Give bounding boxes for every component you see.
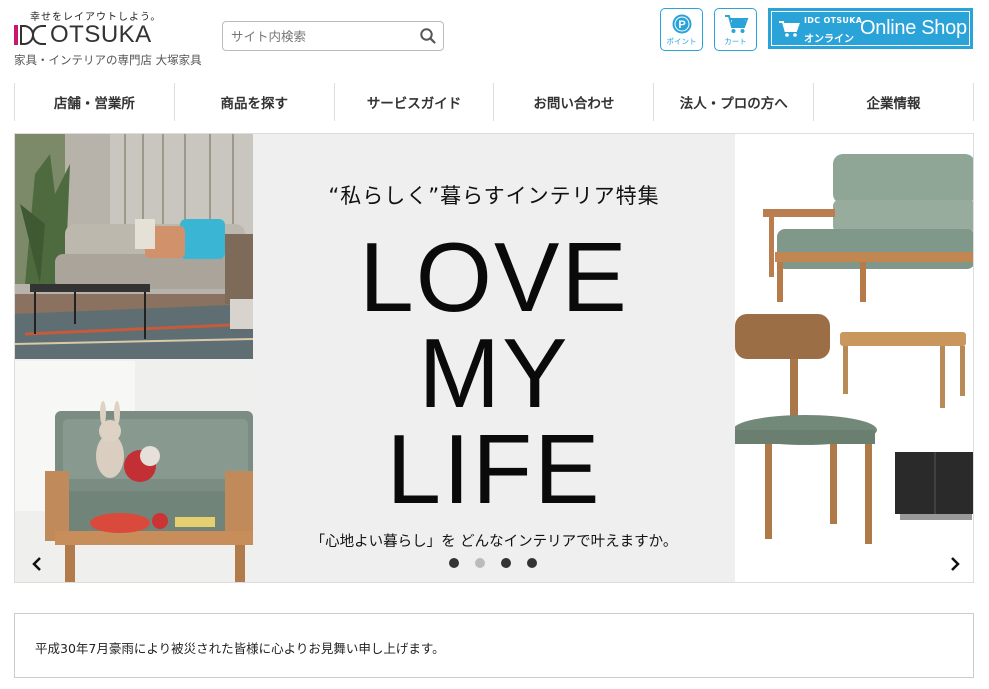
nav-item-contact[interactable]: お問い合わせ	[494, 83, 655, 121]
cart-label: カート	[724, 37, 747, 46]
carousel-dot-2[interactable]	[475, 558, 485, 568]
hero-headline-line1: LOVE	[359, 222, 629, 332]
nav-item-stores[interactable]: 店舗・営業所	[15, 83, 175, 121]
chevron-right-icon	[951, 557, 960, 571]
hero-caption: 「心地よい暮らし」を どんなインテリアで叶えますか。	[310, 534, 678, 550]
hero-text-panel: “私らしく”暮らすインテリア特集 LOVE MY LIFE 「心地よい暮らし」を…	[253, 134, 735, 582]
svg-text:P: P	[678, 19, 685, 31]
carousel-dot-4[interactable]	[527, 558, 537, 568]
online-shop-button[interactable]: IDC OTSUKA オンライン Online Shop	[768, 8, 973, 49]
nav-item-business[interactable]: 法人・プロの方へ	[654, 83, 815, 121]
search-input[interactable]	[231, 27, 411, 45]
cart-icon	[715, 13, 756, 35]
announcement-box: 平成30年7月豪雨により被災された皆様に心よりお見舞い申し上げます。	[14, 613, 974, 678]
announcement-text[interactable]: 平成30年7月豪雨により被災された皆様に心よりお見舞い申し上げます。	[35, 638, 445, 657]
site-subtitle: 家具・インテリアの専門店 大塚家具	[14, 53, 202, 67]
cart-button[interactable]: カート	[714, 8, 757, 51]
carousel-next-button[interactable]	[945, 554, 965, 574]
carousel-prev-button[interactable]	[27, 554, 47, 574]
search-icon[interactable]	[419, 27, 437, 45]
hero-subtitle: “私らしく”暮らすインテリア特集	[328, 184, 660, 208]
nav-item-corporate[interactable]: 企業情報	[814, 83, 974, 121]
nav-item-service-guide[interactable]: サービスガイド	[335, 83, 495, 121]
point-button[interactable]: P ポイント	[660, 8, 703, 51]
idc-logo-mark	[14, 23, 46, 47]
carousel-dots	[449, 558, 537, 568]
nav-item-products[interactable]: 商品を探す	[175, 83, 335, 121]
carousel-dot-3[interactable]	[501, 558, 511, 568]
online-jp-label: オンライン	[804, 34, 854, 45]
online-cart-icon	[778, 20, 800, 42]
site-search	[222, 21, 444, 51]
kids-room-photo	[15, 361, 253, 582]
furniture-products-photo	[735, 134, 973, 582]
chevron-left-icon	[32, 557, 41, 571]
online-brand: IDC OTSUKA	[804, 16, 863, 25]
living-room-photo	[15, 134, 253, 359]
online-shop-label: Online Shop	[860, 17, 967, 39]
hero-headline-line2: MY	[418, 318, 570, 428]
hero-headline-line3: LIFE	[386, 414, 602, 524]
point-icon: P	[661, 13, 702, 35]
logo-text: OTSUKA	[50, 21, 152, 48]
global-nav: 店舗・営業所 商品を探す サービスガイド お問い合わせ 法人・プロの方へ 企業情…	[14, 83, 974, 121]
site-logo[interactable]: OTSUKA	[14, 21, 152, 48]
carousel-dot-1[interactable]	[449, 558, 459, 568]
point-label: ポイント	[666, 37, 697, 46]
hero-carousel[interactable]: “私らしく”暮らすインテリア特集 LOVE MY LIFE 「心地よい暮らし」を…	[14, 133, 974, 583]
site-header: 幸せをレイアウトしよう。 OTSUKA 家具・インテリアの専門店 大塚家具 P …	[0, 0, 989, 80]
